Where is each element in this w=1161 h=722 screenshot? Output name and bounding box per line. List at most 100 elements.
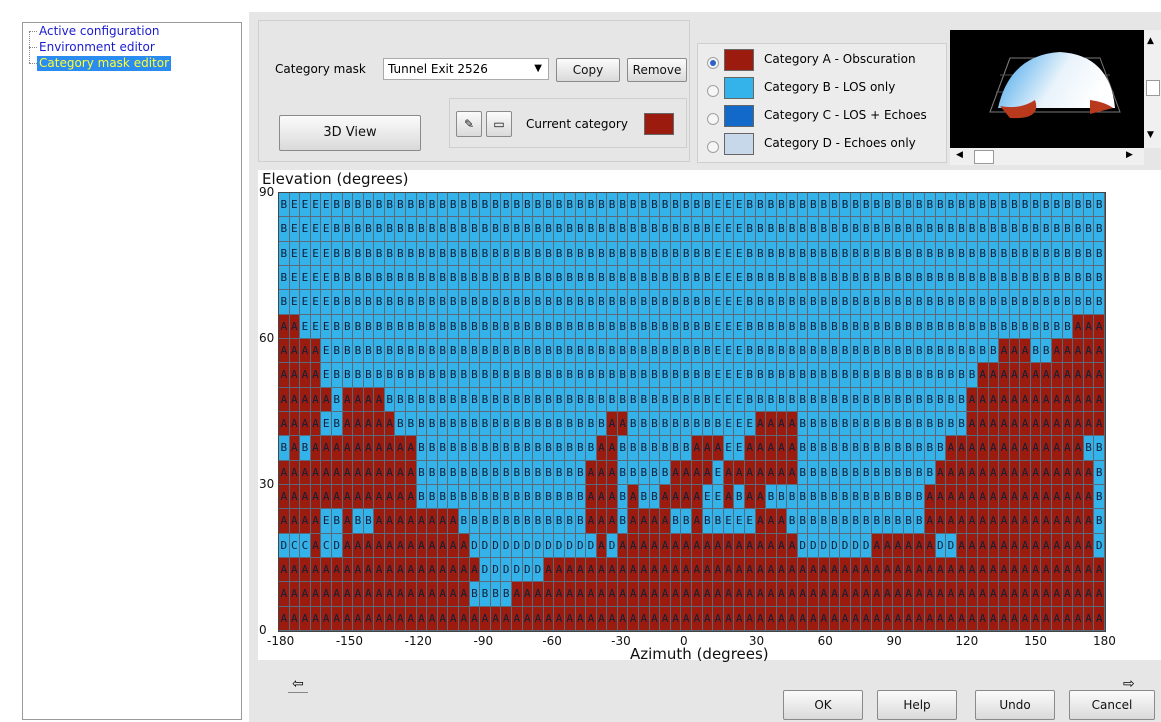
mask-cell[interactable]: B: [469, 241, 481, 266]
mask-cell[interactable]: E: [734, 290, 745, 315]
mask-cell[interactable]: B: [787, 193, 798, 218]
mask-cell[interactable]: B: [787, 217, 798, 242]
mask-cell[interactable]: B: [649, 193, 661, 218]
remove-button[interactable]: Remove: [627, 58, 687, 82]
mask-cell[interactable]: A: [596, 558, 608, 583]
mask-cell[interactable]: B: [1041, 290, 1053, 315]
mask-cell[interactable]: A: [1020, 533, 1031, 558]
mask-cell[interactable]: A: [924, 606, 936, 631]
mask-cell[interactable]: B: [1041, 217, 1053, 242]
mask-cell[interactable]: B: [734, 485, 745, 510]
mask-cell[interactable]: A: [1062, 558, 1074, 583]
mask-cell[interactable]: B: [543, 436, 555, 461]
mask-cell[interactable]: A: [300, 412, 311, 437]
mask-cell[interactable]: A: [300, 582, 311, 607]
mask-cell[interactable]: A: [819, 558, 830, 583]
mask-cell[interactable]: B: [893, 387, 904, 412]
mask-cell[interactable]: B: [1083, 290, 1095, 315]
mask-cell[interactable]: B: [384, 241, 396, 266]
mask-cell[interactable]: A: [406, 533, 417, 558]
mask-cell[interactable]: B: [395, 339, 407, 364]
mask-cell[interactable]: A: [628, 606, 640, 631]
mask-cell[interactable]: A: [533, 582, 544, 607]
mask-cell[interactable]: B: [395, 387, 407, 412]
mask-cell[interactable]: A: [744, 533, 756, 558]
mask-cell[interactable]: A: [1083, 387, 1095, 412]
mask-cell[interactable]: E: [713, 193, 724, 218]
mask-cell[interactable]: B: [575, 412, 587, 437]
mask-cell[interactable]: D: [575, 533, 587, 558]
mask-cell[interactable]: B: [639, 193, 650, 218]
mask-cell[interactable]: B: [511, 217, 523, 242]
mask-cell[interactable]: B: [469, 582, 481, 607]
mask-cell[interactable]: A: [607, 582, 618, 607]
mask-cell[interactable]: E: [723, 363, 735, 388]
mask-cell[interactable]: B: [956, 363, 968, 388]
mask-cell[interactable]: A: [321, 460, 332, 485]
mask-cell[interactable]: B: [639, 314, 650, 339]
mask-cell[interactable]: B: [882, 485, 894, 510]
mask-cell[interactable]: B: [1030, 217, 1042, 242]
mask-cell[interactable]: B: [1009, 241, 1021, 266]
mask-cell[interactable]: B: [850, 290, 862, 315]
mask-cell[interactable]: B: [797, 217, 809, 242]
mask-cell[interactable]: B: [522, 193, 534, 218]
mask-cell[interactable]: A: [469, 558, 481, 583]
mask-cell[interactable]: B: [660, 241, 671, 266]
mask-cell[interactable]: A: [406, 606, 417, 631]
mask-cell[interactable]: B: [924, 460, 936, 485]
mask-cell[interactable]: E: [713, 217, 724, 242]
mask-cell[interactable]: A: [999, 558, 1010, 583]
mask-cell[interactable]: B: [511, 314, 523, 339]
mask-cell[interactable]: B: [353, 290, 364, 315]
mask-cell[interactable]: A: [406, 485, 417, 510]
mask-cell[interactable]: A: [596, 509, 608, 534]
mask-cell[interactable]: B: [639, 339, 650, 364]
mask-cell[interactable]: B: [713, 412, 724, 437]
mask-cell[interactable]: B: [564, 217, 576, 242]
mask-cell[interactable]: A: [310, 363, 322, 388]
mask-cell[interactable]: A: [406, 460, 417, 485]
mask-cell[interactable]: B: [639, 387, 650, 412]
mask-cell[interactable]: A: [734, 582, 745, 607]
previous-arrow-icon[interactable]: ⇦: [288, 676, 308, 693]
mask-cell[interactable]: B: [511, 363, 523, 388]
mask-cell[interactable]: B: [459, 436, 470, 461]
mask-cell[interactable]: B: [406, 314, 417, 339]
mask-cell[interactable]: A: [1052, 460, 1063, 485]
mask-cell[interactable]: A: [300, 509, 311, 534]
mask-cell[interactable]: B: [702, 509, 714, 534]
mask-cell[interactable]: A: [310, 460, 322, 485]
mask-cell[interactable]: B: [776, 387, 788, 412]
mask-cell[interactable]: A: [713, 606, 724, 631]
mask-cell[interactable]: A: [300, 363, 311, 388]
mask-cell[interactable]: B: [427, 339, 438, 364]
category-a-radio[interactable]: [707, 57, 719, 69]
mask-cell[interactable]: B: [490, 582, 502, 607]
mask-cell[interactable]: B: [861, 339, 872, 364]
mask-cell[interactable]: B: [480, 314, 491, 339]
mask-cell[interactable]: B: [819, 363, 830, 388]
mask-cell[interactable]: B: [639, 485, 650, 510]
mask-cell[interactable]: A: [342, 436, 354, 461]
mask-cell[interactable]: A: [1030, 582, 1042, 607]
mask-cell[interactable]: B: [628, 460, 640, 485]
mask-cell[interactable]: B: [469, 509, 481, 534]
mask-cell[interactable]: E: [713, 266, 724, 291]
mask-cell[interactable]: A: [543, 558, 555, 583]
mask-cell[interactable]: A: [1062, 387, 1074, 412]
mask-cell[interactable]: A: [342, 533, 354, 558]
mask-cell[interactable]: B: [427, 436, 438, 461]
mask-cell[interactable]: A: [692, 509, 703, 534]
mask-cell[interactable]: E: [734, 436, 745, 461]
mask-cell[interactable]: B: [692, 266, 703, 291]
mask-cell[interactable]: B: [1052, 266, 1063, 291]
mask-cell[interactable]: E: [734, 314, 745, 339]
mask-cell[interactable]: B: [808, 412, 820, 437]
mask-cell[interactable]: B: [1052, 193, 1063, 218]
mask-cell[interactable]: A: [1009, 436, 1021, 461]
mask-cell[interactable]: B: [416, 387, 428, 412]
mask-cell[interactable]: A: [564, 606, 576, 631]
mask-cell[interactable]: B: [607, 339, 618, 364]
mask-cell[interactable]: B: [1052, 290, 1063, 315]
